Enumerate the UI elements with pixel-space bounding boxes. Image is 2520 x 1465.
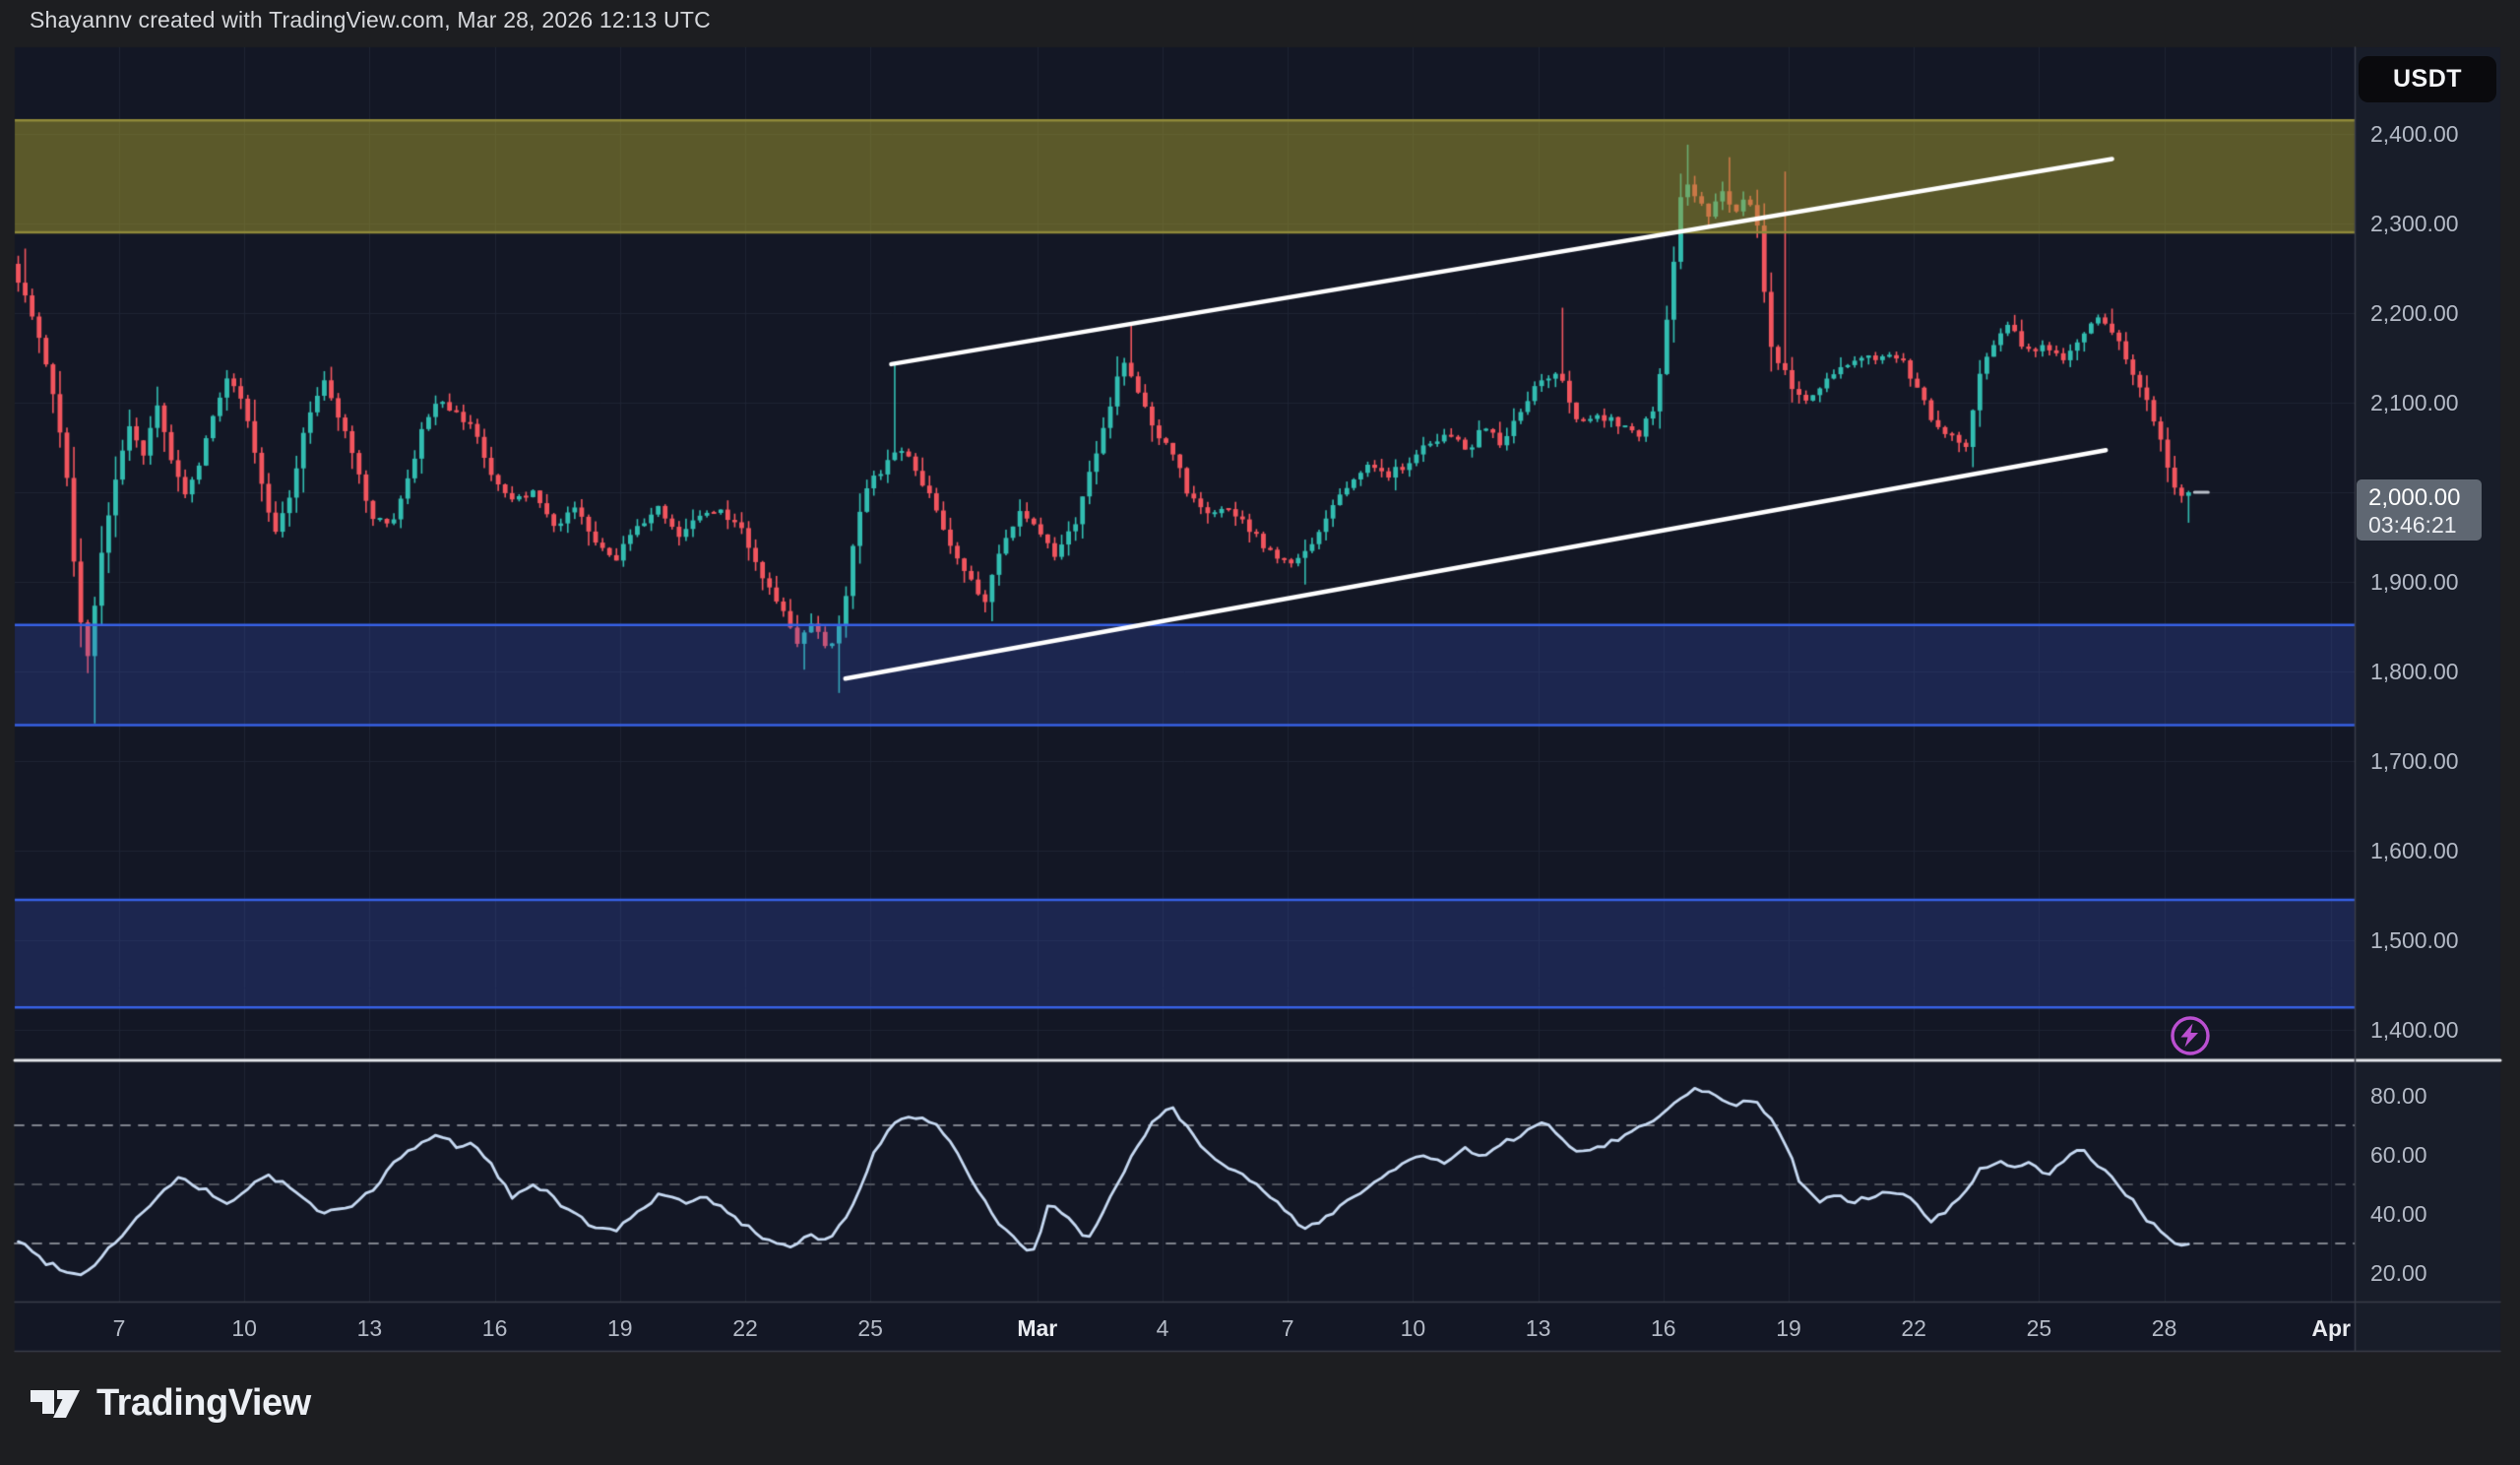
rsi-axis-label: 80.00 (2370, 1082, 2427, 1110)
boost-button[interactable] (2169, 1014, 2212, 1057)
time-axis-label: 13 (357, 1315, 383, 1342)
price-axis-label: 1,800.00 (2370, 658, 2459, 685)
time-axis-label: 13 (1526, 1315, 1551, 1342)
time-axis-label: 28 (2152, 1315, 2177, 1342)
time-axis-label: 16 (482, 1315, 508, 1342)
chart-attribution: Shayannv created with TradingView.com, M… (30, 7, 711, 33)
time-axis-label: 19 (1776, 1315, 1801, 1342)
last-price-value: 2,000.00 (2368, 483, 2482, 512)
time-axis-label: 10 (1401, 1315, 1426, 1342)
rsi-axis-label: 60.00 (2370, 1141, 2427, 1169)
time-axis-label: 22 (1901, 1315, 1926, 1342)
candlestick-chart-canvas[interactable] (0, 0, 2520, 1465)
last-price-badge: 2,000.00 03:46:21 (2357, 479, 2482, 541)
time-axis-label: 7 (1282, 1315, 1294, 1342)
rsi-axis-label: 40.00 (2370, 1200, 2427, 1228)
price-axis-label: 1,600.00 (2370, 837, 2459, 864)
rsi-axis-label: 20.00 (2370, 1259, 2427, 1287)
price-axis-label: 1,500.00 (2370, 926, 2459, 954)
price-axis-label: 2,400.00 (2370, 120, 2459, 148)
price-axis-label: 2,100.00 (2370, 389, 2459, 416)
tradingview-wordmark: TradingView (96, 1382, 311, 1425)
price-axis-label: 2,300.00 (2370, 210, 2459, 237)
candle-countdown: 03:46:21 (2368, 512, 2482, 538)
time-axis-label: Mar (1017, 1315, 1057, 1342)
price-axis-label: 2,200.00 (2370, 299, 2459, 327)
time-axis-label: 25 (857, 1315, 883, 1342)
time-axis-label: 22 (732, 1315, 758, 1342)
tradingview-logo[interactable]: TradingView (30, 1382, 311, 1425)
lightning-bolt-icon (2169, 1014, 2212, 1057)
time-axis-label: 16 (1651, 1315, 1676, 1342)
time-axis-label: 4 (1157, 1315, 1169, 1342)
currency-badge: USDT (2359, 56, 2496, 102)
tradingview-logo-icon (30, 1383, 81, 1425)
time-axis-label: 7 (113, 1315, 126, 1342)
time-axis-label: 10 (231, 1315, 257, 1342)
price-axis-label: 1,400.00 (2370, 1016, 2459, 1044)
price-axis-label: 1,900.00 (2370, 568, 2459, 596)
tradingview-published-chart: Shayannv created with TradingView.com, M… (0, 0, 2520, 1465)
time-axis-label: 25 (2027, 1315, 2052, 1342)
time-axis-label: Apr (2311, 1315, 2351, 1342)
price-axis-label: 1,700.00 (2370, 747, 2459, 775)
time-axis-label: 19 (607, 1315, 633, 1342)
